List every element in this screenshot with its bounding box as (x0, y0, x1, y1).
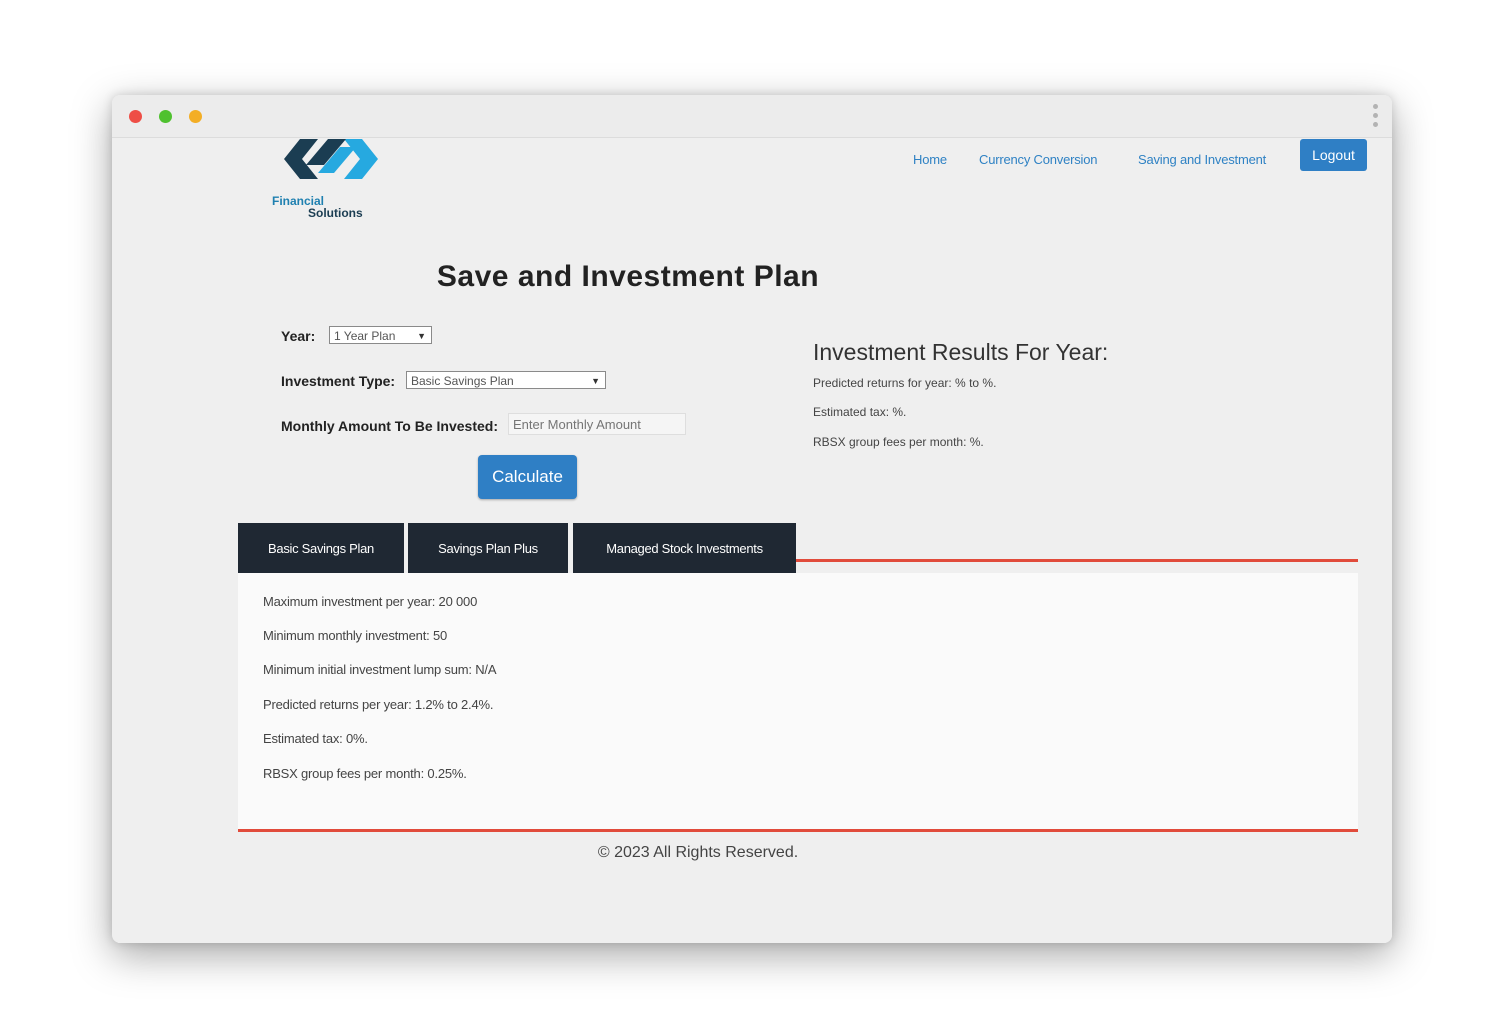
plan-min-lump-sum: Minimum initial investment lump sum: N/A (263, 662, 497, 677)
nav-home-link[interactable]: Home (913, 152, 947, 167)
year-select-value: 1 Year Plan (334, 329, 396, 343)
plan-min-monthly: Minimum monthly investment: 50 (263, 628, 448, 643)
brand-line-2: Solutions (308, 206, 363, 220)
calculate-button[interactable]: Calculate (478, 455, 577, 499)
minimize-window-button[interactable] (189, 110, 202, 123)
close-window-button[interactable] (129, 110, 142, 123)
logout-button[interactable]: Logout (1300, 139, 1367, 171)
plan-group-fees: RBSX group fees per month: 0.25%. (263, 766, 467, 781)
panel-bottom-line (238, 829, 1358, 832)
investment-type-select-value: Basic Savings Plan (411, 374, 514, 388)
maximize-window-button[interactable] (159, 110, 172, 123)
tab-savings-plan-plus[interactable]: Savings Plan Plus (408, 523, 568, 573)
footer-copyright: © 2023 All Rights Reserved. (597, 844, 799, 861)
plan-estimated-tax: Estimated tax: 0%. (263, 731, 368, 746)
more-options-icon[interactable] (1370, 104, 1380, 128)
tab-basic-savings-plan[interactable]: Basic Savings Plan (238, 523, 404, 573)
results-predicted-returns: Predicted returns for year: % to %. (813, 376, 997, 390)
tab-managed-stock-investments[interactable]: Managed Stock Investments (573, 523, 796, 573)
page-content: Financial Solutions Home Currency Conver… (118, 139, 1392, 943)
chevron-down-icon: ▼ (417, 331, 426, 341)
plan-max-investment: Maximum investment per year: 20 000 (263, 594, 478, 609)
investment-type-label: Investment Type: (281, 373, 396, 389)
browser-window: Financial Solutions Home Currency Conver… (112, 95, 1392, 943)
results-title: Investment Results For Year: (813, 339, 1109, 365)
plan-predicted-returns: Predicted returns per year: 1.2% to 2.4%… (263, 697, 494, 712)
nav-saving-investment-link[interactable]: Saving and Investment (1138, 152, 1266, 167)
results-group-fees: RBSX group fees per month: %. (813, 435, 984, 449)
investment-type-select[interactable]: Basic Savings Plan ▼ (406, 371, 606, 389)
monthly-amount-label: Monthly Amount To Be Invested: (281, 418, 498, 434)
monthly-amount-input[interactable] (508, 413, 686, 435)
year-select[interactable]: 1 Year Plan ▼ (329, 326, 432, 344)
nav-currency-conversion-link[interactable]: Currency Conversion (979, 152, 1098, 167)
tab-divider-line (796, 559, 1358, 562)
year-label: Year: (281, 328, 316, 344)
page-title: Save and Investment Plan (436, 260, 820, 293)
chevron-down-icon: ▼ (591, 376, 600, 386)
results-estimated-tax: Estimated tax: %. (813, 405, 907, 419)
window-titlebar (112, 95, 1392, 138)
